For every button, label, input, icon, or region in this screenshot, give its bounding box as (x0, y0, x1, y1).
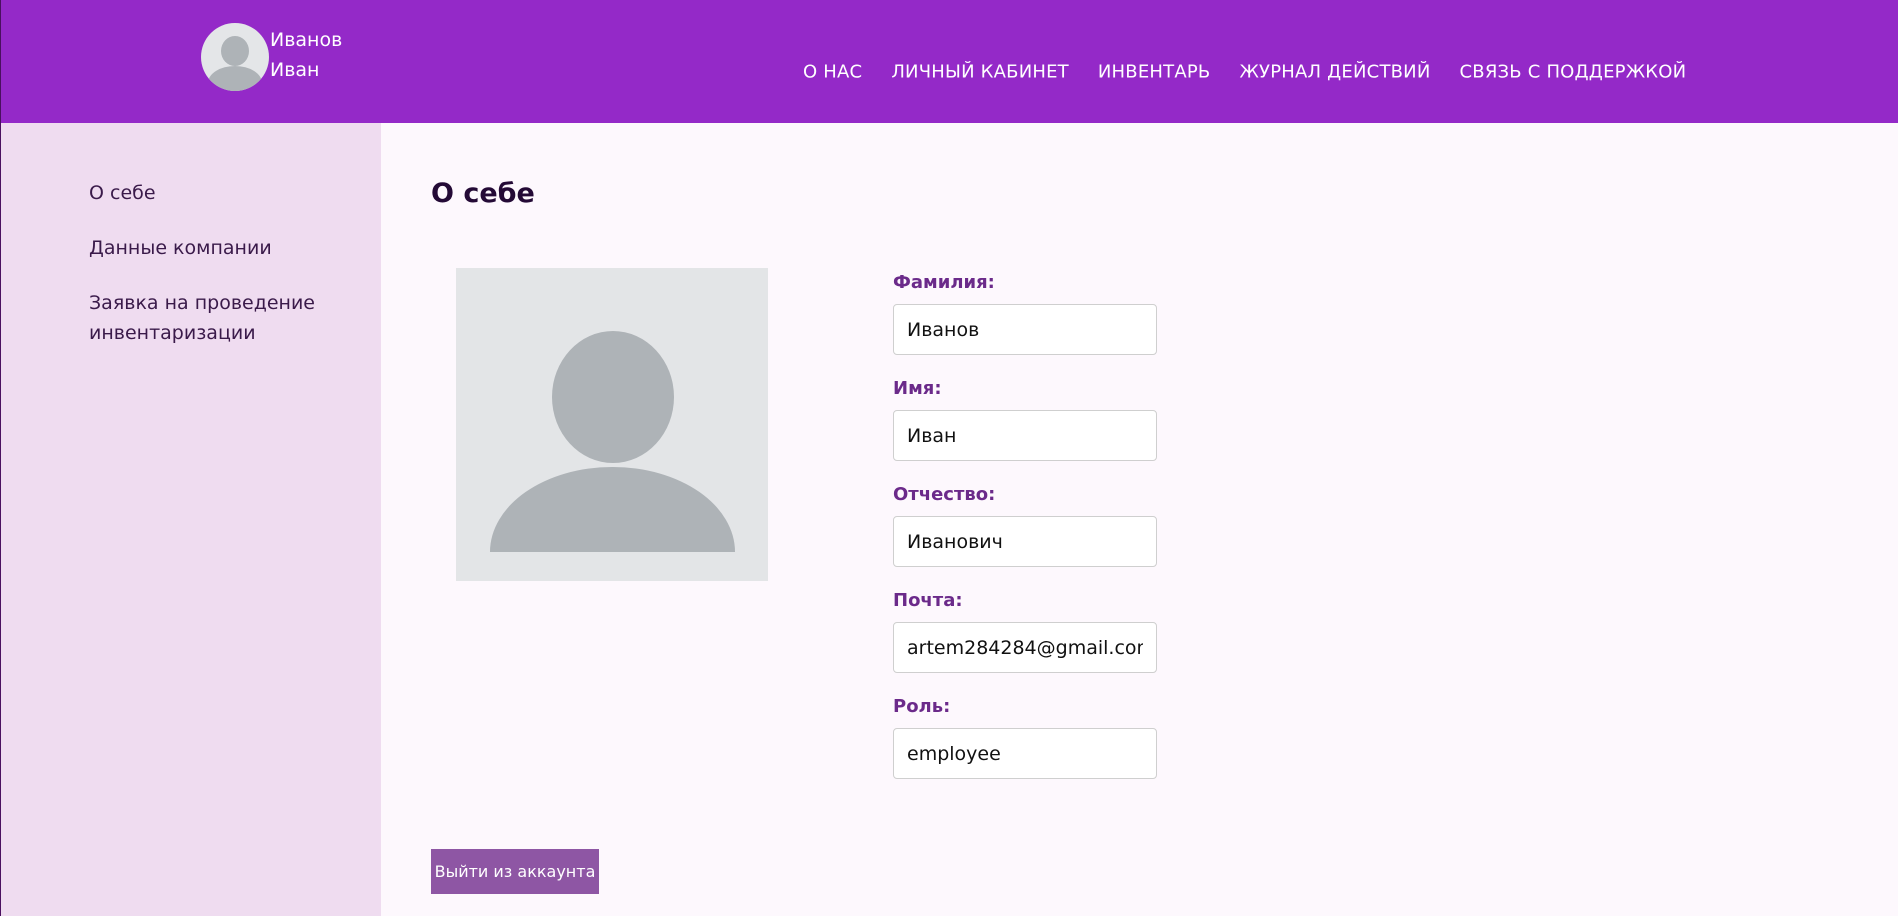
photo-body-shape (490, 467, 735, 552)
user-avatar-icon[interactable] (201, 23, 269, 91)
user-placeholder-icon (456, 268, 768, 581)
photo-head-shape (552, 331, 674, 463)
role-label: Роль: (893, 696, 951, 717)
top-header: Иванов Иван О НАС ЛИЧНЫЙ КАБИНЕТ ИНВЕНТА… (0, 0, 1898, 123)
role-field[interactable] (893, 728, 1157, 779)
nav-inventory[interactable]: ИНВЕНТАРЬ (1098, 62, 1211, 83)
user-name: Иванов Иван (270, 29, 342, 85)
nav-about[interactable]: О НАС (803, 62, 862, 83)
sidebar-item-about-me[interactable]: О себе (89, 178, 349, 208)
sidebar-item-inventory-request[interactable]: Заявка на проведение инвентаризации (89, 288, 349, 348)
first-name-field[interactable] (893, 410, 1157, 461)
last-name-field[interactable] (893, 304, 1157, 355)
last-name-label: Фамилия: (893, 272, 995, 293)
first-name-label: Имя: (893, 378, 942, 399)
nav-support[interactable]: СВЯЗЬ С ПОДДЕРЖКОЙ (1460, 62, 1687, 83)
user-first-name: Иван (270, 59, 320, 81)
main-nav: О НАС ЛИЧНЫЙ КАБИНЕТ ИНВЕНТАРЬ ЖУРНАЛ ДЕ… (803, 62, 1686, 83)
logout-button[interactable]: Выйти из аккаунта (431, 849, 599, 894)
sidebar: О себе Данные компании Заявка на проведе… (0, 123, 381, 916)
patronymic-field[interactable] (893, 516, 1157, 567)
page-title: О себе (431, 178, 535, 209)
email-label: Почта: (893, 590, 963, 611)
avatar-body-shape (208, 66, 262, 91)
sidebar-item-company-data[interactable]: Данные компании (89, 233, 349, 263)
user-block[interactable]: Иванов Иван (201, 23, 342, 91)
nav-account[interactable]: ЛИЧНЫЙ КАБИНЕТ (891, 62, 1069, 83)
user-last-name: Иванов (270, 29, 343, 51)
nav-activity-log[interactable]: ЖУРНАЛ ДЕЙСТВИЙ (1239, 62, 1430, 83)
email-field[interactable] (893, 622, 1157, 673)
avatar-head-shape (221, 36, 249, 66)
patronymic-label: Отчество: (893, 484, 996, 505)
